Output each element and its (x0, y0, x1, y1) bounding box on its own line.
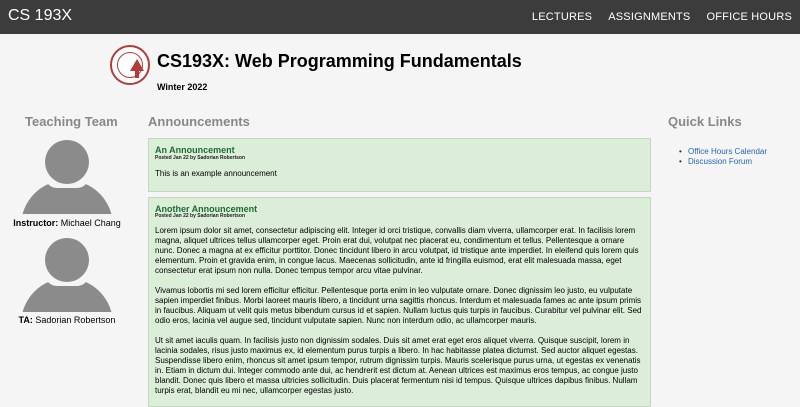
announcement-body: This is an example announcement (155, 169, 277, 178)
nav-office-hours-link[interactable]: OFFICE HOURS (706, 11, 792, 23)
site-brand[interactable]: CS 193X (8, 7, 72, 25)
announcement-body: Lorem ipsum dolor sit amet, consectetur … (155, 226, 645, 406)
instructor-avatar (21, 140, 113, 214)
main-nav: LECTURES ASSIGNMENTS OFFICE HOURS (532, 11, 792, 23)
teaching-team-heading: Teaching Team (25, 114, 118, 129)
stanford-seal-logo (110, 45, 150, 85)
avatar-head (45, 238, 89, 282)
quick-links-list: Office Hours Calendar Discussion Forum (679, 147, 767, 167)
course-term: Winter 2022 (157, 82, 208, 92)
announcement-title: An Announcement (155, 145, 235, 155)
nav-lectures-link[interactable]: LECTURES (532, 11, 592, 23)
announcement-card: An Announcement Posted Jan 22 by Sadoria… (148, 138, 651, 192)
nav-assignments-link[interactable]: ASSIGNMENTS (608, 11, 690, 23)
announcement-paragraph: Vivamus lobortis mi sed lorem efficitur … (155, 286, 642, 325)
announcement-paragraph: Ut sit amet iaculis quam. In facilisis j… (155, 336, 641, 395)
top-navbar: CS 193X LECTURES ASSIGNMENTS OFFICE HOUR… (0, 0, 800, 34)
announcement-paragraph: Lorem ipsum dolor sit amet, consectetur … (155, 226, 639, 275)
instructor-role: Instructor: (13, 218, 59, 228)
announcement-meta: Posted Jan 22 by Sadorian Robertson (155, 155, 246, 161)
avatar-head (45, 140, 89, 184)
discussion-forum-link[interactable]: Discussion Forum (679, 157, 767, 167)
seal-ring (117, 52, 144, 78)
ta-name: Sadorian Robertson (35, 315, 116, 325)
announcement-card: Another Announcement Posted Jan 22 by Sa… (148, 197, 651, 407)
instructor-name: Michael Chang (60, 218, 121, 228)
announcement-meta: Posted Jan 22 by Sadorian Robertson (155, 213, 246, 219)
ta-avatar (21, 238, 113, 312)
office-hours-calendar-link[interactable]: Office Hours Calendar (679, 147, 767, 157)
announcements-heading: Announcements (148, 114, 250, 129)
tree-icon (130, 59, 144, 78)
instructor-caption: Instructor: Michael Chang (7, 218, 127, 228)
quick-links-heading: Quick Links (668, 114, 742, 129)
ta-caption: TA: Sadorian Robertson (7, 315, 127, 325)
ta-role: TA: (18, 315, 33, 325)
page-title: CS193X: Web Programming Fundamentals (157, 51, 522, 71)
